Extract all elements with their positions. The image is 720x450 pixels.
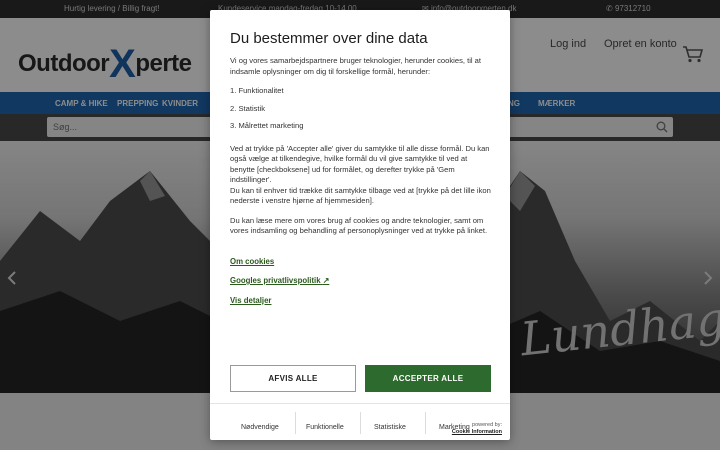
accept-all-button[interactable]: ACCEPTER ALLE [365,365,491,392]
powered-by-badge[interactable]: powered by: Cookie Information [442,422,502,436]
cookie-consent-dialog: Du bestemmer over dine data Vi og vores … [210,10,510,440]
consent-intro: Vi og vores samarbejdspartnere bruger te… [230,56,482,76]
purpose-item: 2. Statistik [230,103,266,113]
consent-paragraph: Ved at trykke på 'Accepter alle' giver d… [230,143,490,185]
google-privacy-link[interactable]: Googles privatlivspolitik ↗ [230,276,494,287]
category-necessary[interactable]: Nødvendige [241,424,279,431]
about-cookies-link[interactable]: Om cookies [230,257,494,268]
category-functional[interactable]: Funktionelle [306,424,344,431]
consent-title: Du bestemmer over dine data [230,30,428,47]
divider [295,412,296,434]
category-statistics[interactable]: Statistiske [374,424,406,431]
divider [425,412,426,434]
purpose-item: 1. Funktionalitet [230,86,284,95]
external-link-icon: ↗ [322,276,330,285]
divider [360,412,361,434]
consent-paragraph: Du kan til enhver tid trække dit samtykk… [230,185,491,206]
show-details-link[interactable]: Vis detaljer [230,296,494,307]
decline-all-button[interactable]: AFVIS ALLE [230,365,356,392]
purpose-item: 3. Målrettet marketing [230,121,304,130]
consent-paragraph: Du kan læse mere om vores brug af cookie… [230,215,488,236]
consent-text-area[interactable]: Vi og vores samarbejdspartnere bruger te… [230,56,494,326]
